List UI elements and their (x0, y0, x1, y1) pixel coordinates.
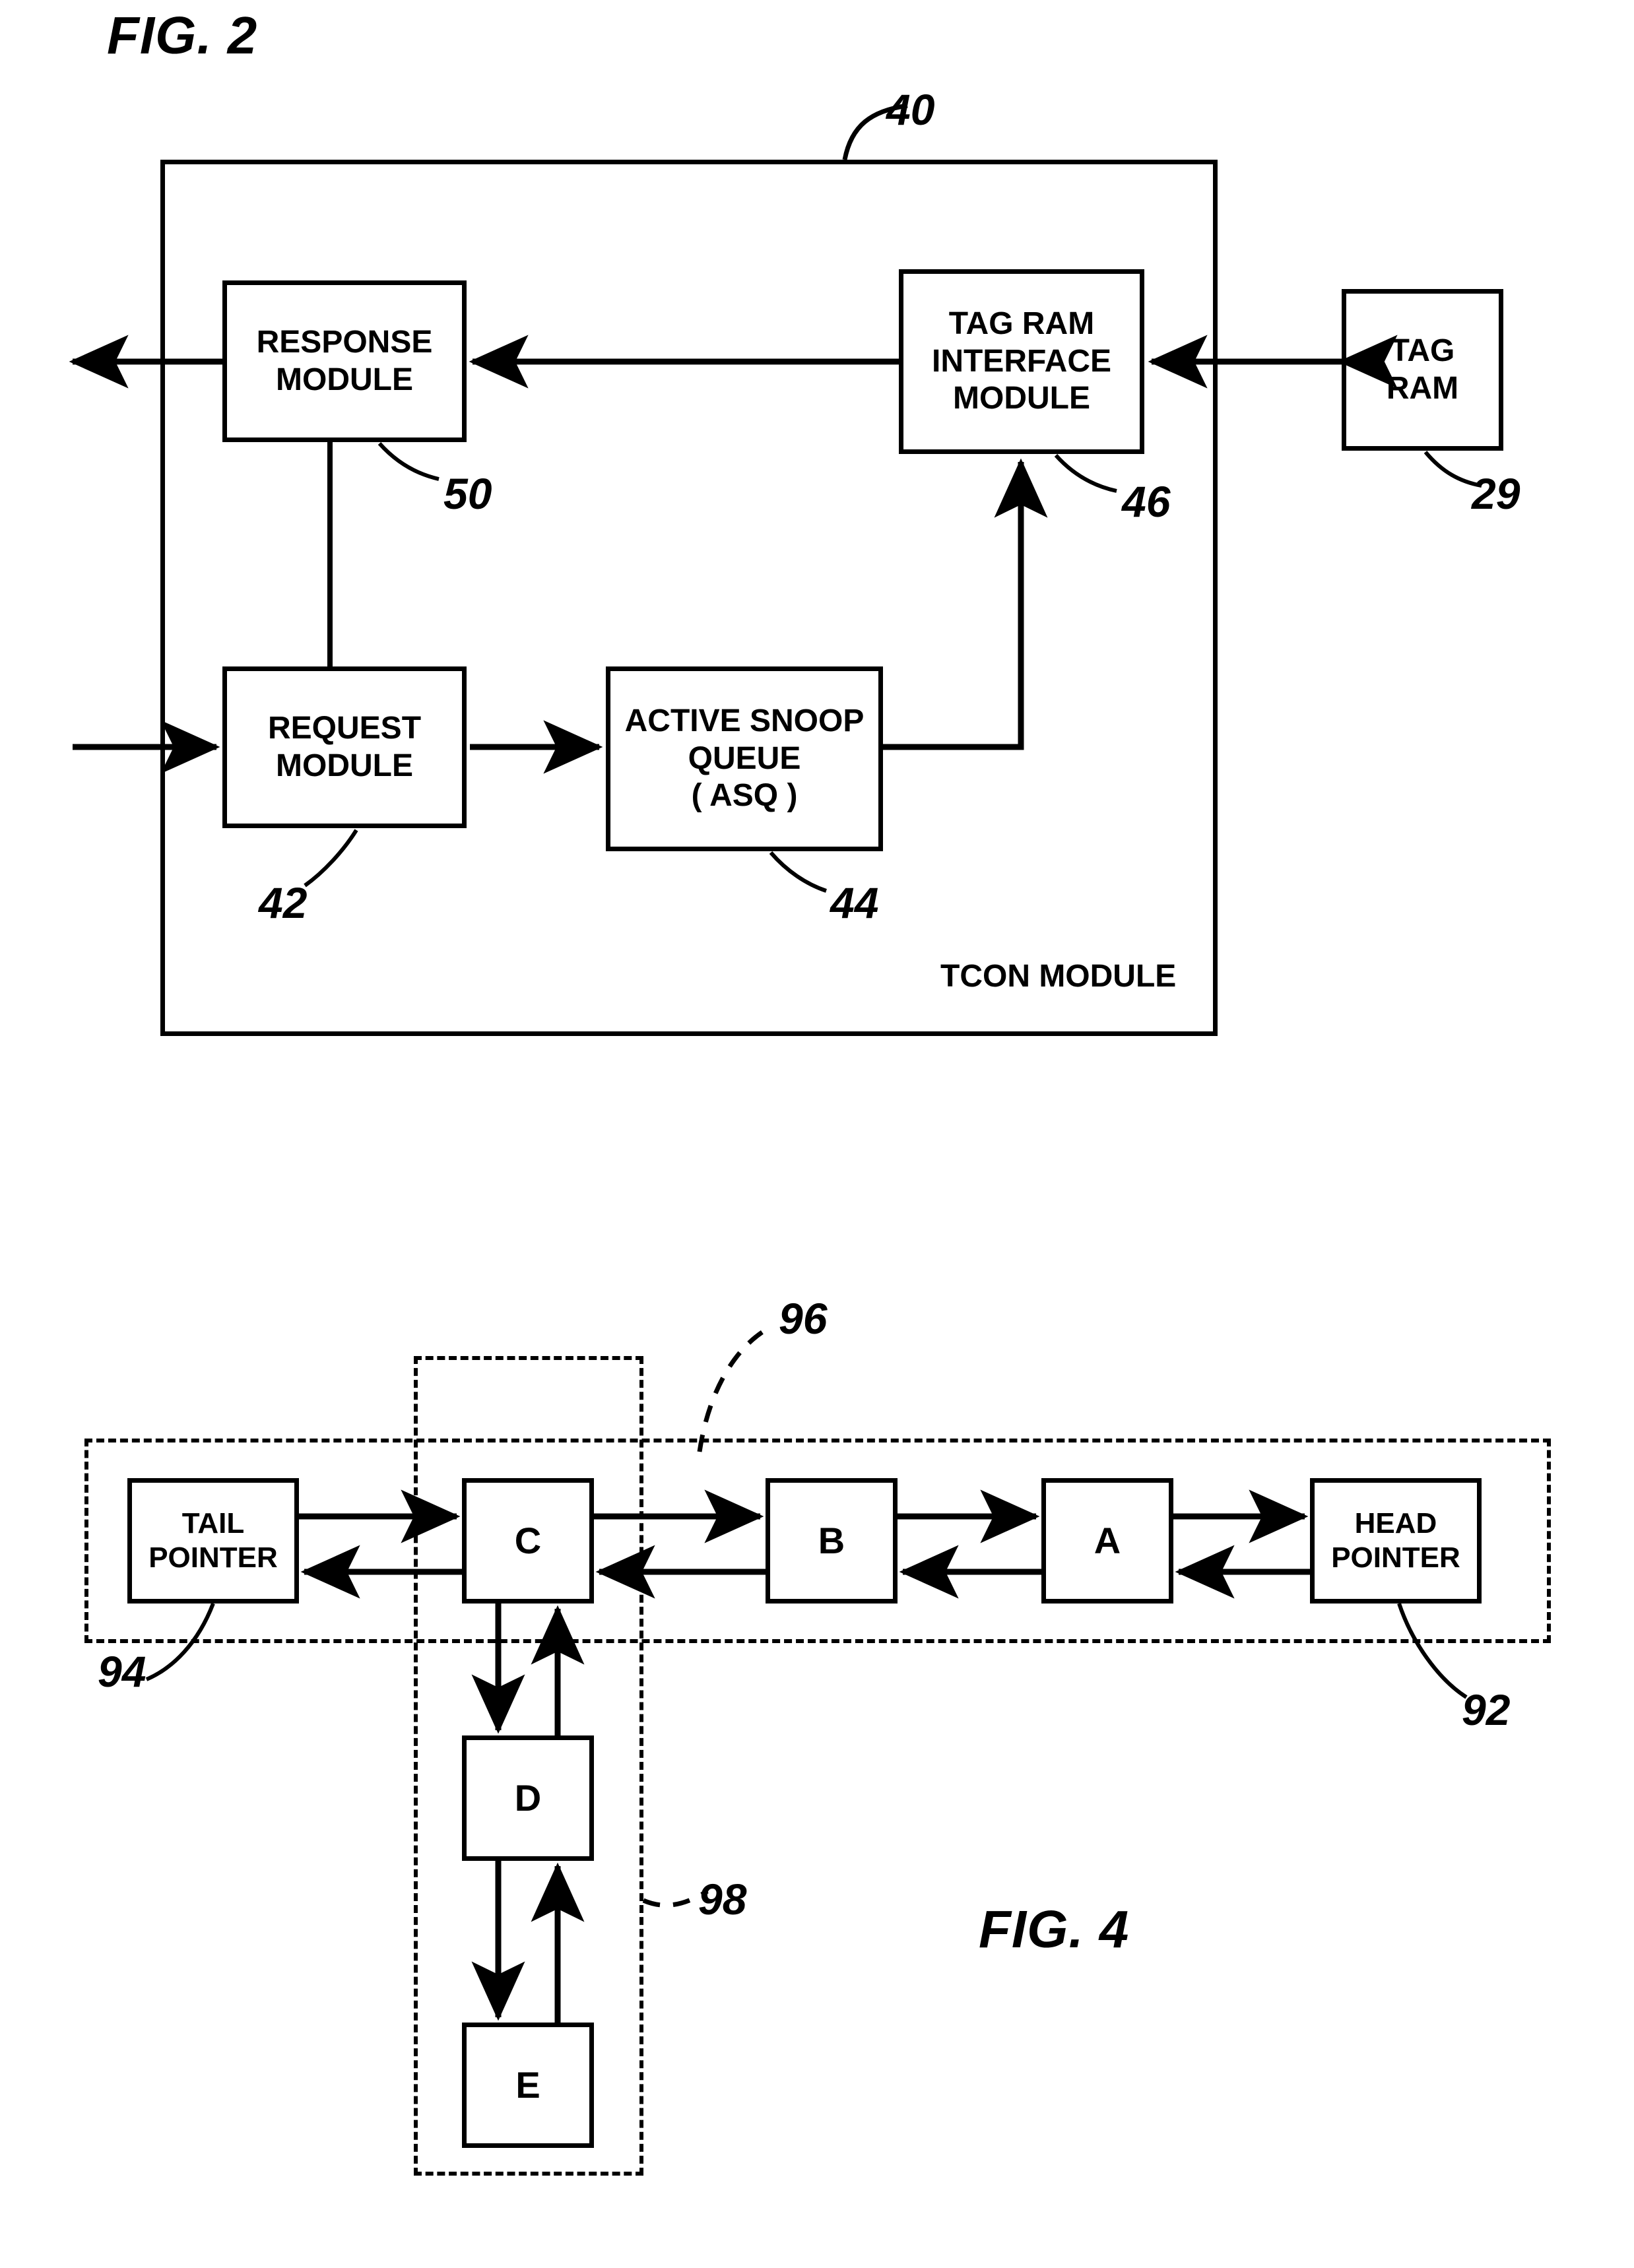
ref-92: 92 (1462, 1685, 1511, 1734)
asq-line1: ACTIVE SNOOP (624, 703, 865, 739)
ref-94: 94 (98, 1647, 147, 1696)
response-module-line1: RESPONSE (256, 324, 433, 360)
tag-ram-box[interactable]: TAG RAM (1342, 289, 1503, 451)
node-a-box[interactable]: A (1041, 1478, 1173, 1604)
request-module-box[interactable]: REQUEST MODULE (222, 666, 467, 828)
ref-42: 42 (259, 878, 308, 927)
response-module-box[interactable]: RESPONSE MODULE (222, 280, 467, 442)
tag-ram-line2: RAM (1386, 370, 1459, 406)
node-c-box[interactable]: C (462, 1478, 594, 1604)
request-module-line2: MODULE (276, 748, 413, 783)
tag-ram-interface-module-box[interactable]: TAG RAM INTERFACE MODULE (899, 269, 1144, 454)
ref-96: 96 (779, 1294, 828, 1343)
active-snoop-queue-box[interactable]: ACTIVE SNOOP QUEUE ( ASQ ) (606, 666, 883, 851)
node-b-box[interactable]: B (766, 1478, 898, 1604)
tag-ram-interface-line3: MODULE (953, 381, 1090, 416)
node-d-box[interactable]: D (462, 1735, 594, 1861)
tag-ram-interface-line1: TAG RAM (948, 306, 1095, 342)
head-pointer-box[interactable]: HEAD POINTER (1310, 1478, 1482, 1604)
leader-96 (697, 1324, 773, 1452)
asq-line2: QUEUE (688, 740, 801, 776)
request-module-line1: REQUEST (267, 710, 422, 746)
response-module-line2: MODULE (276, 362, 413, 397)
node-e-label: E (515, 2063, 540, 2106)
tail-pointer-line1: TAIL (181, 1507, 245, 1540)
node-d-label: D (514, 1776, 542, 1819)
tail-pointer-line2: POINTER (148, 1541, 278, 1574)
head-pointer-line1: HEAD (1354, 1507, 1437, 1540)
patent-drawing-sheet: FIG. 2 TCON MODULE 40 RESPONSE MODULE 50… (0, 0, 1634, 2268)
ref-44: 44 (830, 878, 879, 927)
tail-pointer-box[interactable]: TAIL POINTER (127, 1478, 299, 1604)
head-pointer-line2: POINTER (1331, 1541, 1460, 1574)
ref-98: 98 (698, 1875, 747, 1924)
node-a-label: A (1094, 1519, 1121, 1561)
fig2-title: FIG. 2 (107, 6, 258, 65)
ref-50: 50 (443, 469, 492, 518)
node-b-label: B (818, 1519, 845, 1561)
asq-line3: ( ASQ ) (691, 778, 798, 814)
tag-ram-line1: TAG (1390, 333, 1455, 368)
fig4-title: FIG. 4 (979, 1900, 1130, 1959)
ref-46: 46 (1122, 477, 1171, 526)
ref-29: 29 (1472, 469, 1520, 518)
ref-40: 40 (886, 85, 935, 134)
node-e-box[interactable]: E (462, 2023, 594, 2148)
node-c-label: C (514, 1519, 542, 1561)
tcon-module-label: TCON MODULE (940, 959, 1177, 994)
tag-ram-interface-line2: INTERFACE (931, 343, 1111, 379)
